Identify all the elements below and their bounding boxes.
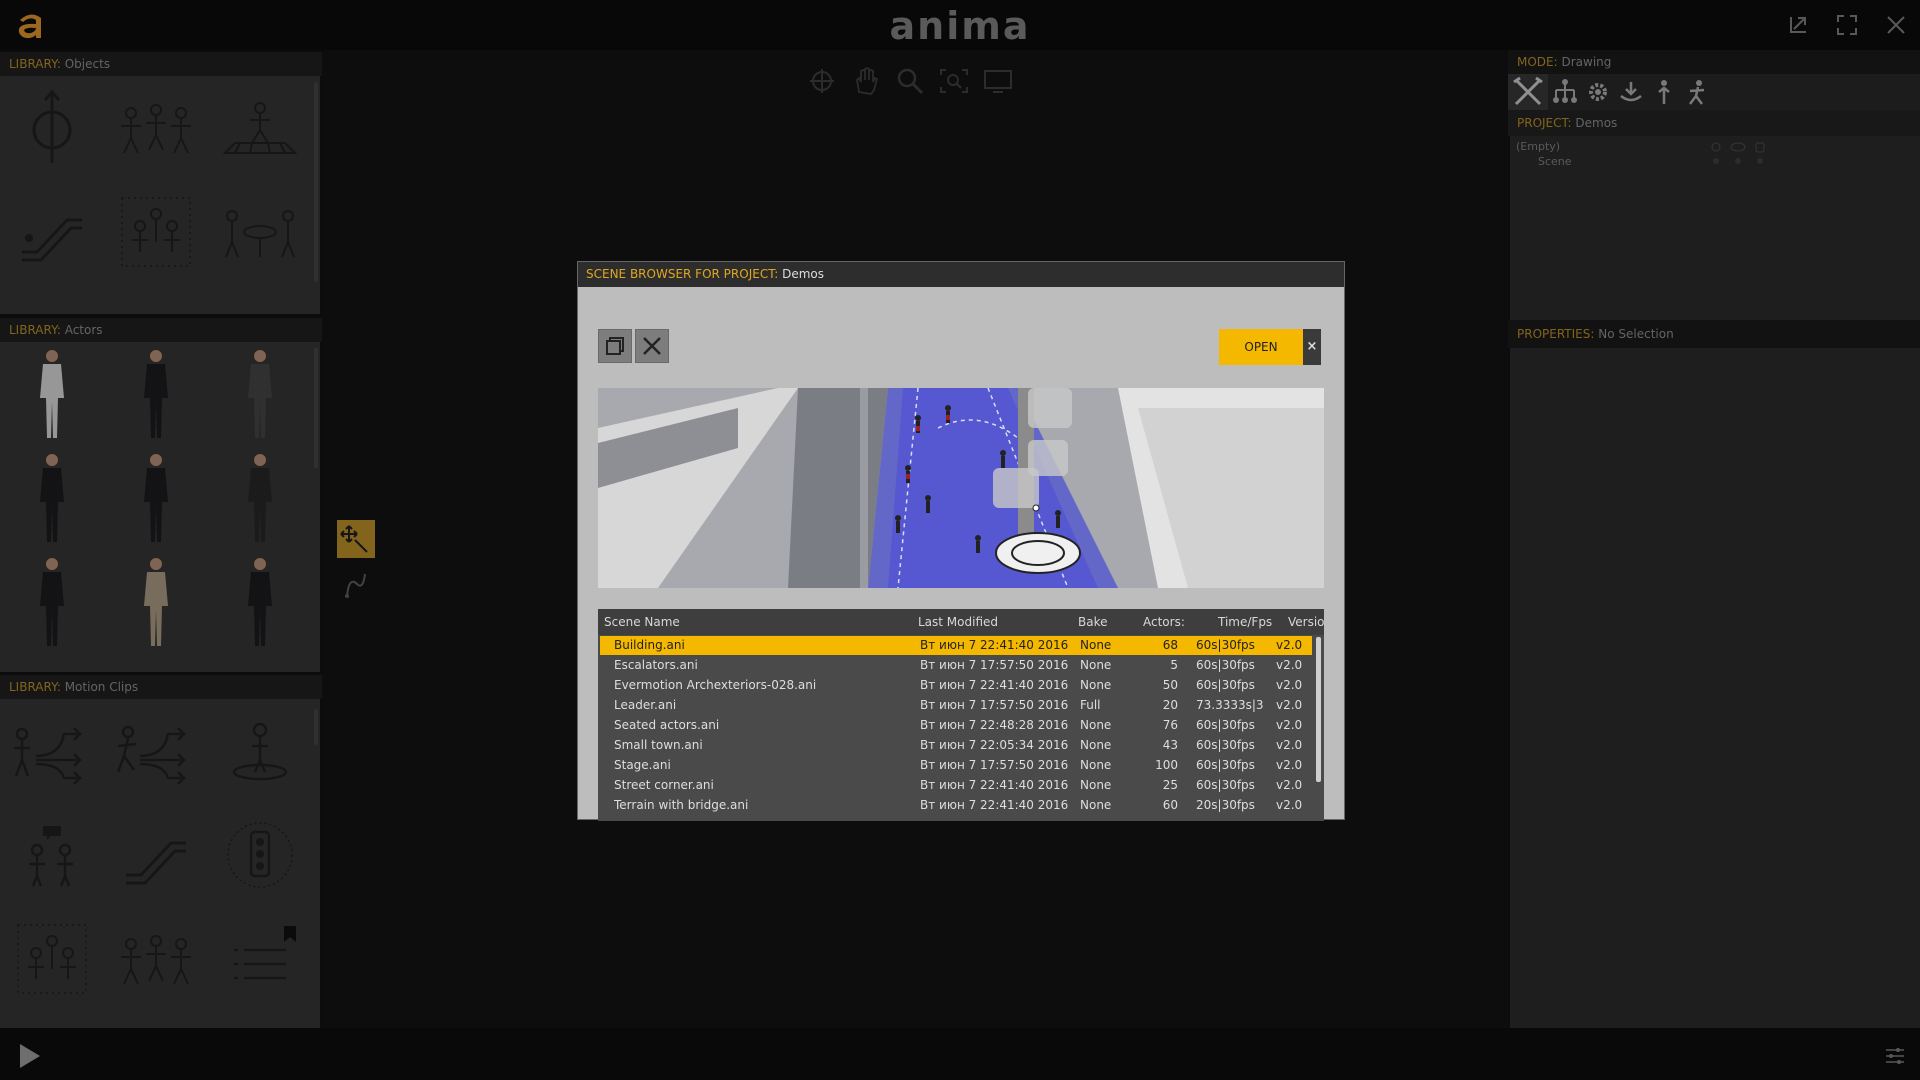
table-row[interactable]: Street corner.ani Вт июн 7 22:41:40 2016 N… bbox=[600, 776, 1312, 795]
table-cell: v2.0 bbox=[1276, 678, 1303, 692]
dialog-body: OPEN × Scene Name Last Modified Bake Act… bbox=[578, 287, 1344, 821]
table-cell: 60 bbox=[1162, 798, 1178, 812]
table-cell: 60s|30fps bbox=[1196, 778, 1255, 792]
scene-browser-dialog: SCENE BROWSER FOR PROJECT: Demos OPEN × bbox=[578, 262, 1344, 821]
table-row[interactable]: Evermotion Archexteriors-028.ani Вт июн 7… bbox=[600, 676, 1312, 695]
table-cell: Вт июн 7 22:41:40 2016 bbox=[920, 778, 1069, 792]
table-header: Scene Name Last Modified Bake Actors: Time/F… bbox=[598, 609, 1324, 635]
table-cell: 50 bbox=[1162, 678, 1178, 692]
table-cell: 20s|30fps bbox=[1196, 798, 1255, 812]
column-header[interactable]: Scene Name bbox=[604, 609, 680, 635]
column-header[interactable]: Actors: bbox=[1143, 609, 1185, 635]
table-cell: Terrain with bridge.ani bbox=[614, 798, 749, 812]
table-cell: Building.ani bbox=[614, 638, 685, 652]
table-cell: Вт июн 7 22:41:40 2016 bbox=[920, 798, 1069, 812]
table-cell: 68 bbox=[1162, 638, 1178, 652]
table-cell: None bbox=[1080, 658, 1112, 672]
table-cell: Вт июн 7 22:05:34 2016 bbox=[920, 738, 1069, 752]
table-row[interactable]: Building.ani Вт июн 7 22:41:40 2016 None 68… bbox=[600, 636, 1312, 655]
table-cell: 25 bbox=[1162, 778, 1178, 792]
table-cell: v2.0 bbox=[1276, 658, 1303, 672]
table-cell: 60s|30fps bbox=[1196, 658, 1255, 672]
table-cell: v2.0 bbox=[1276, 718, 1303, 732]
table-cell: Seated actors.ani bbox=[614, 718, 720, 732]
table-cell: Leader.ani bbox=[614, 698, 677, 712]
table-cell: None bbox=[1080, 778, 1112, 792]
table-cell: 60s|30fps bbox=[1196, 638, 1255, 652]
table-scrollbar[interactable] bbox=[1316, 637, 1321, 782]
table-cell: Вт июн 7 22:41:40 2016 bbox=[920, 678, 1069, 692]
table-cell: Вт июн 7 22:41:40 2016 bbox=[920, 638, 1069, 652]
duplicate-button[interactable] bbox=[598, 329, 632, 363]
duplicate-icon bbox=[606, 337, 624, 355]
table-cell: Вт июн 7 22:48:28 2016 bbox=[920, 718, 1069, 732]
table-cell: Вт июн 7 17:57:50 2016 bbox=[920, 698, 1069, 712]
table-cell: Вт июн 7 17:57:50 2016 bbox=[920, 758, 1069, 772]
table-cell: None bbox=[1080, 678, 1112, 692]
table-cell: Street corner.ani bbox=[614, 778, 714, 792]
table-cell: Full bbox=[1080, 698, 1101, 712]
table-cell: v2.0 bbox=[1276, 778, 1303, 792]
table-cell: v2.0 bbox=[1276, 758, 1303, 772]
table-row[interactable]: Escalators.ani Вт июн 7 17:57:50 2016 None… bbox=[600, 656, 1312, 675]
dialog-close-button[interactable]: × bbox=[1303, 329, 1321, 365]
table-cell: 76 bbox=[1162, 718, 1178, 732]
dialog-title-bar: SCENE BROWSER FOR PROJECT: Demos bbox=[578, 262, 1344, 287]
table-cell: None bbox=[1080, 638, 1112, 652]
table-cell: None bbox=[1080, 718, 1112, 732]
scene-preview-image bbox=[598, 388, 1324, 588]
table-row[interactable]: Small town.ani Вт июн 7 22:05:34 2016 None… bbox=[600, 736, 1312, 755]
delete-button[interactable] bbox=[635, 329, 669, 363]
table-row[interactable]: Seated actors.ani Вт июн 7 22:48:28 2016 N… bbox=[600, 716, 1312, 735]
column-header[interactable]: Last Modified bbox=[918, 609, 998, 635]
scene-table: Scene Name Last Modified Bake Actors: Time/F… bbox=[598, 609, 1324, 821]
table-cell: Small town.ani bbox=[614, 738, 703, 752]
table-cell: v2.0 bbox=[1276, 638, 1303, 652]
table-row[interactable]: Stage.ani Вт июн 7 17:57:50 2016 None 100 60… bbox=[600, 756, 1312, 775]
table-cell: Evermotion Archexteriors-028.ani bbox=[614, 678, 817, 692]
table-cell: Вт июн 7 17:57:50 2016 bbox=[920, 658, 1069, 672]
column-header[interactable]: Version bbox=[1288, 609, 1324, 635]
table-cell: 43 bbox=[1162, 738, 1178, 752]
table-cell: 60s|30fps bbox=[1196, 738, 1255, 752]
table-cell: 100 bbox=[1155, 758, 1178, 772]
table-row[interactable]: Terrain with bridge.ani Вт июн 7 22:41:40… bbox=[600, 796, 1312, 815]
table-cell: 60s|30fps bbox=[1196, 758, 1255, 772]
open-button[interactable]: OPEN bbox=[1219, 329, 1303, 365]
table-cell: 20 bbox=[1162, 698, 1178, 712]
table-cell: Stage.ani bbox=[614, 758, 671, 772]
table-cell: None bbox=[1080, 758, 1112, 772]
table-row[interactable]: Leader.ani Вт июн 7 17:57:50 2016 Full 20 73… bbox=[600, 696, 1312, 715]
table-cell: 5 bbox=[1170, 658, 1178, 672]
table-cell: v2.0 bbox=[1276, 698, 1303, 712]
column-header[interactable]: Bake bbox=[1078, 609, 1108, 635]
table-cell: 60s|30fps bbox=[1196, 718, 1255, 732]
table-cell: 73.3333s|3( bbox=[1196, 698, 1264, 712]
table-cell: v2.0 bbox=[1276, 738, 1303, 752]
table-cell: Escalators.ani bbox=[614, 658, 698, 672]
column-header[interactable]: Time/Fps bbox=[1218, 609, 1272, 635]
table-cell: None bbox=[1080, 798, 1112, 812]
table-cell: v2.0 bbox=[1276, 798, 1303, 812]
table-cell: None bbox=[1080, 738, 1112, 752]
table-cell: 60s|30fps bbox=[1196, 678, 1255, 692]
delete-icon bbox=[643, 337, 661, 355]
table-body: Building.ani Вт июн 7 22:41:40 2016 None 68… bbox=[598, 636, 1324, 821]
